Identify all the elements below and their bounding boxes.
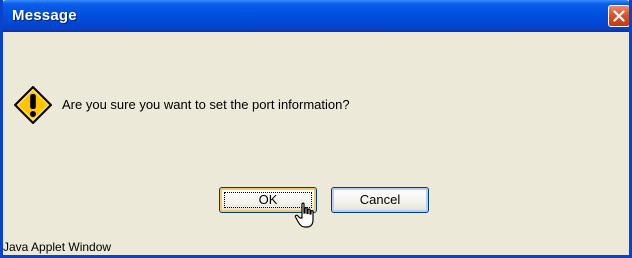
dialog-message: Are you sure you want to set the port in… <box>62 97 350 112</box>
warning-icon <box>14 86 52 124</box>
title-bar[interactable]: Message <box>3 0 629 32</box>
applet-status-label: Java Applet Window <box>3 240 112 254</box>
cancel-button[interactable]: Cancel <box>331 187 429 213</box>
message-dialog-window: Message Are you sure you want to set the… <box>0 0 632 258</box>
close-button[interactable] <box>608 5 629 27</box>
close-icon <box>613 10 625 22</box>
window-title: Message <box>12 7 77 24</box>
mouse-pointer-icon <box>294 202 314 228</box>
dialog-body: Are you sure you want to set the port in… <box>3 32 629 255</box>
cancel-button-label: Cancel <box>359 192 401 207</box>
